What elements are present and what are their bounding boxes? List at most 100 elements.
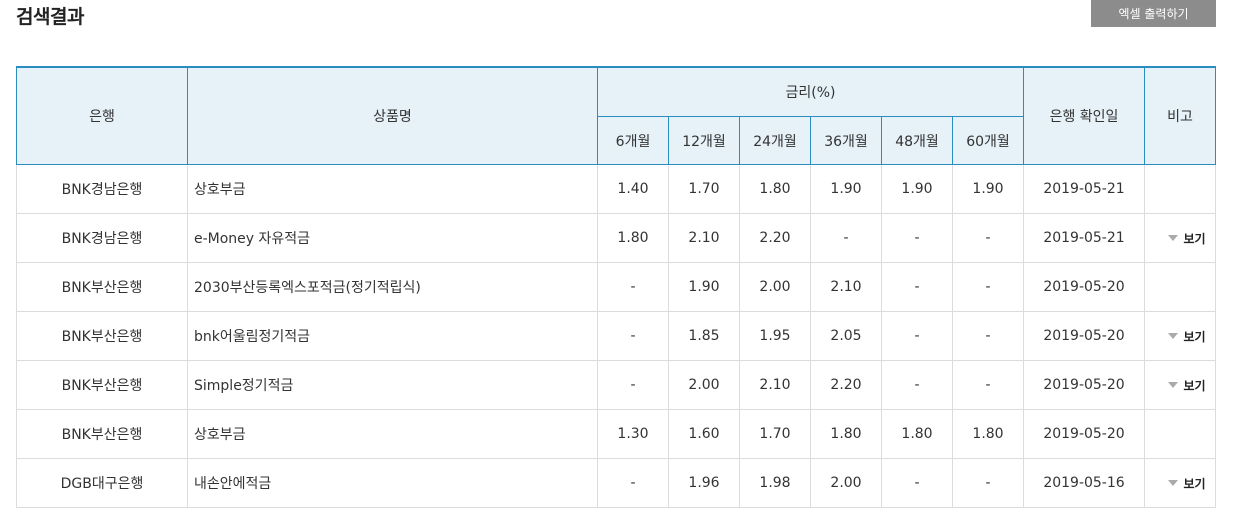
rate-cell: 1.70 (739, 409, 811, 459)
confirm-date-cell: 2019-05-16 (1023, 458, 1145, 508)
rate-cell: 1.40 (597, 164, 669, 214)
bank-cell: BNK부산은행 (16, 311, 188, 361)
rate-cell: 1.96 (668, 458, 740, 508)
rate-cell: 1.90 (810, 164, 882, 214)
rate-cell: 1.80 (739, 164, 811, 214)
rate-cell: 2.00 (810, 458, 882, 508)
view-detail-button[interactable]: 보기 (1168, 377, 1206, 394)
confirm-date-cell: 2019-05-21 (1023, 213, 1145, 263)
product-cell: 상호부금 (187, 409, 598, 459)
rate-cell: - (597, 360, 669, 410)
bank-cell: DGB대구은행 (16, 458, 188, 508)
rate-cell: - (952, 458, 1024, 508)
table-row: BNK경남은행 상호부금 1.40 1.70 1.80 1.90 1.90 1.90 2019-… (16, 164, 1216, 214)
triangle-down-icon (1168, 333, 1179, 340)
header-bank: 은행 (16, 66, 188, 165)
header-term: 36개월 (810, 116, 882, 165)
table-row: BNK부산은행 상호부금 1.30 1.60 1.70 1.80 1.80 1.80 2019-… (16, 409, 1216, 459)
view-detail-button[interactable]: 보기 (1168, 475, 1206, 492)
note-cell: 보기 (1144, 213, 1216, 263)
rate-cell: 2.00 (668, 360, 740, 410)
rate-cell: 1.90 (952, 164, 1024, 214)
triangle-down-icon (1168, 480, 1179, 487)
header-confirm-date: 은행 확인일 (1023, 66, 1145, 165)
rate-cell: 1.60 (668, 409, 740, 459)
table-row: BNK부산은행 Simple정기적금 -2.00 2.10 2.20- -2019-05-… (16, 360, 1216, 410)
bank-cell: BNK부산은행 (16, 360, 188, 410)
triangle-down-icon (1168, 235, 1179, 242)
product-cell: bnk어울림정기적금 (187, 311, 598, 361)
rate-cell: - (881, 262, 953, 312)
rate-cell: 2.10 (668, 213, 740, 263)
product-cell: 2030부산등록엑스포적금(정기적립식) (187, 262, 598, 312)
header-term: 60개월 (952, 116, 1024, 165)
header-term: 24개월 (739, 116, 811, 165)
note-cell: 보기 (1144, 311, 1216, 361)
rate-cell: - (881, 360, 953, 410)
rate-cell: - (810, 213, 882, 263)
header-note: 비고 (1144, 66, 1216, 165)
bank-cell: BNK경남은행 (16, 213, 188, 263)
view-detail-button[interactable]: 보기 (1168, 328, 1206, 345)
rate-cell: 2.10 (810, 262, 882, 312)
page-title: 검색결과 (16, 6, 84, 28)
product-cell: 내손안에적금 (187, 458, 598, 508)
rate-cell: 1.90 (881, 164, 953, 214)
confirm-date-cell: 2019-05-20 (1023, 262, 1145, 312)
header-product: 상품명 (187, 66, 598, 165)
results-table: 은행 상품명 금리(%) 은행 확인일 비고 6개월 12개월 24개월 36개… (16, 66, 1216, 508)
product-cell: Simple정기적금 (187, 360, 598, 410)
table-row: BNK경남은행 e-Money 자유적금 1.80 2.10 2.20- - -2019-0… (16, 213, 1216, 263)
header-term: 48개월 (881, 116, 953, 165)
rate-cell: - (881, 213, 953, 263)
view-detail-label: 보기 (1183, 476, 1206, 491)
confirm-date-cell: 2019-05-21 (1023, 164, 1145, 214)
rate-cell: - (952, 262, 1024, 312)
rate-cell: 1.85 (668, 311, 740, 361)
rate-cell: - (881, 458, 953, 508)
rate-cell: 2.00 (739, 262, 811, 312)
rate-cell: 1.90 (668, 262, 740, 312)
rate-cell: 2.10 (739, 360, 811, 410)
rate-cell: - (881, 311, 953, 361)
rate-cell: 1.30 (597, 409, 669, 459)
rate-cell: 2.20 (739, 213, 811, 263)
note-cell (1144, 409, 1216, 459)
table-row: BNK부산은행 bnk어울림정기적금 -1.85 1.95 2.05- -2019-05-… (16, 311, 1216, 361)
rate-cell: 2.05 (810, 311, 882, 361)
rate-cell: - (597, 458, 669, 508)
note-cell: 보기 (1144, 360, 1216, 410)
rate-cell: - (597, 311, 669, 361)
rate-cell: 1.80 (881, 409, 953, 459)
header-term: 6개월 (597, 116, 669, 165)
rate-cell: - (952, 360, 1024, 410)
rate-cell: - (597, 262, 669, 312)
table-row: BNK부산은행 2030부산등록엑스포적금(정기적립식) -1.90 2.00 2.10… (16, 262, 1216, 312)
note-cell (1144, 164, 1216, 214)
note-cell: 보기 (1144, 458, 1216, 508)
confirm-date-cell: 2019-05-20 (1023, 360, 1145, 410)
excel-export-button[interactable]: 엑셀 출력하기 (1091, 0, 1216, 27)
header-rate-group: 금리(%) (597, 66, 1024, 117)
bank-cell: BNK경남은행 (16, 164, 188, 214)
bank-cell: BNK부산은행 (16, 409, 188, 459)
rate-cell: 1.80 (597, 213, 669, 263)
rate-cell: - (952, 311, 1024, 361)
product-cell: 상호부금 (187, 164, 598, 214)
results-body: BNK경남은행 상호부금 1.40 1.70 1.80 1.90 1.90 1.90 2019-… (16, 164, 1216, 508)
rate-cell: - (952, 213, 1024, 263)
table-row: DGB대구은행 내손안에적금 -1.96 1.98 2.00- -2019-05-16 보기 (16, 458, 1216, 508)
view-detail-label: 보기 (1183, 329, 1206, 344)
rate-cell: 2.20 (810, 360, 882, 410)
bank-cell: BNK부산은행 (16, 262, 188, 312)
confirm-date-cell: 2019-05-20 (1023, 311, 1145, 361)
rate-cell: 1.80 (810, 409, 882, 459)
view-detail-label: 보기 (1183, 231, 1206, 246)
triangle-down-icon (1168, 382, 1179, 389)
rate-cell: 1.95 (739, 311, 811, 361)
rate-cell: 1.80 (952, 409, 1024, 459)
view-detail-label: 보기 (1183, 378, 1206, 393)
view-detail-button[interactable]: 보기 (1168, 230, 1206, 247)
rate-cell: 1.70 (668, 164, 740, 214)
product-cell: e-Money 자유적금 (187, 213, 598, 263)
